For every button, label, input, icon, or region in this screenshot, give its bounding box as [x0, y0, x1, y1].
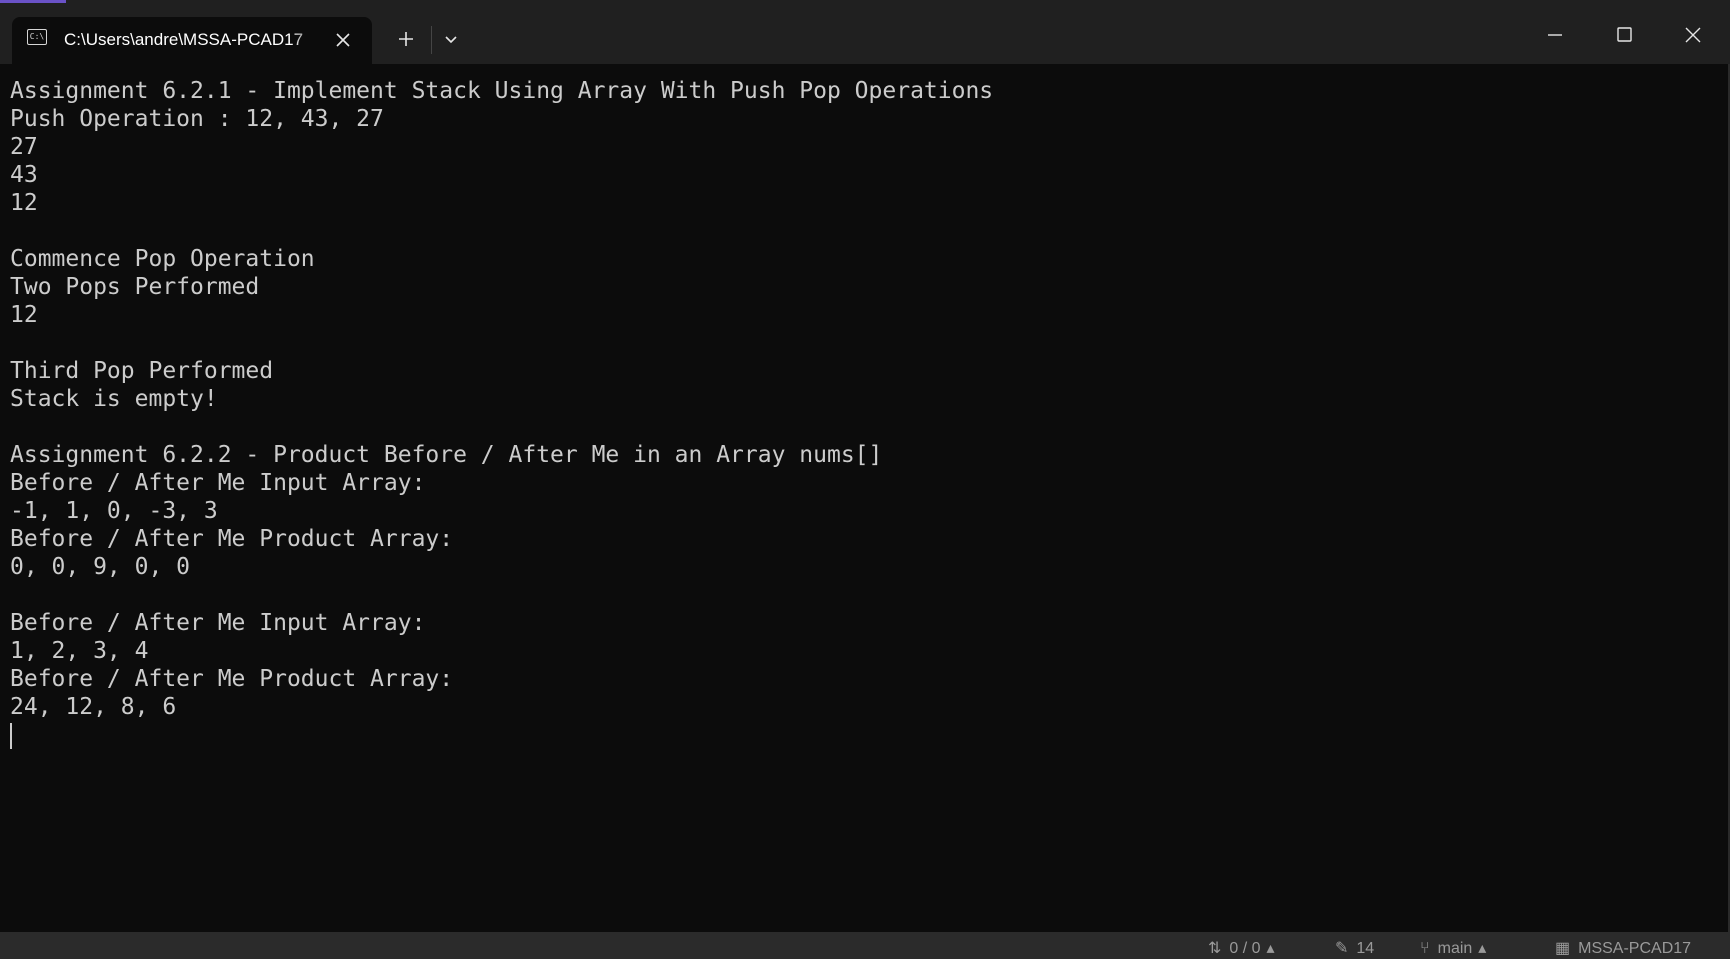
terminal-line: 1, 2, 3, 4	[10, 638, 149, 664]
terminal-line: Before / After Me Input Array:	[10, 470, 426, 496]
terminal-line: Two Pops Performed	[10, 274, 260, 300]
caret-up-icon: ▴	[1266, 940, 1275, 957]
sync-status[interactable]: ⇅ 0 / 0 ▴	[1208, 939, 1283, 959]
branch-status[interactable]: ⑂ main ▴	[1420, 939, 1494, 959]
tab-active[interactable]: C:\ C:\Users\andre\MSSA-PCAD17	[12, 17, 372, 64]
terminal-line: Before / After Me Product Array:	[10, 526, 454, 552]
terminal-line: Before / After Me Product Array:	[10, 666, 454, 692]
chevron-down-icon[interactable]	[436, 24, 466, 54]
window-close-icon[interactable]	[1670, 12, 1716, 58]
terminal-line: 12	[10, 190, 38, 216]
terminal-line: 0, 0, 9, 0, 0	[10, 554, 191, 580]
title-bar: C:\ C:\Users\andre\MSSA-PCAD17	[0, 0, 1730, 64]
repo-name: MSSA-PCAD17	[1578, 940, 1692, 957]
tab-separator	[431, 26, 432, 54]
terminal-line: Push Operation : 12, 43, 27	[10, 106, 384, 132]
maximize-icon[interactable]	[1601, 12, 1647, 58]
terminal-line: Assignment 6.2.1 - Implement Stack Using…	[10, 78, 994, 104]
tab-title-fade	[292, 27, 322, 53]
prompt-line[interactable]	[0, 721, 1730, 749]
terminal-line: 27	[10, 134, 38, 160]
sync-count: 0 / 0	[1229, 940, 1261, 957]
terminal-line: Third Pop Performed	[10, 358, 274, 384]
terminal-line: 12	[10, 302, 38, 328]
repo-status[interactable]: ▦ MSSA-PCAD17	[1555, 939, 1691, 959]
terminal-line: 43	[10, 162, 38, 188]
plus-icon[interactable]	[390, 24, 422, 54]
command-prompt-icon: C:\	[27, 29, 47, 45]
text-cursor	[10, 722, 12, 749]
terminal-line: Commence Pop Operation	[10, 246, 315, 272]
terminal-window: C:\ C:\Users\andre\MSSA-PCAD17 Assignmen…	[0, 0, 1730, 932]
repo-icon: ▦	[1555, 940, 1571, 957]
terminal-output[interactable]: Assignment 6.2.1 - Implement Stack Using…	[0, 77, 1730, 927]
terminal-line: 24, 12, 8, 6	[10, 694, 177, 720]
git-branch-icon: ⑂	[1420, 940, 1430, 957]
sync-arrows-icon: ⇅	[1208, 940, 1222, 957]
terminal-line: -1, 1, 0, -3, 3	[10, 498, 218, 524]
pencil-icon: ✎	[1335, 940, 1349, 957]
caret-up-icon: ▴	[1478, 940, 1487, 957]
branch-name: main	[1437, 940, 1473, 957]
close-icon[interactable]	[330, 27, 356, 53]
terminal-line: Stack is empty!	[10, 386, 218, 412]
terminal-line: Assignment 6.2.2 - Product Before / Afte…	[10, 442, 883, 468]
edits-status[interactable]: ✎ 14	[1335, 939, 1374, 959]
edits-count: 14	[1356, 940, 1375, 957]
accent-strip	[0, 0, 66, 3]
minimize-icon[interactable]	[1532, 12, 1578, 58]
tab-title: C:\Users\andre\MSSA-PCAD17	[64, 30, 304, 49]
status-bar: ⇅ 0 / 0 ▴ ✎ 14 ⑂ main ▴ ▦ MSSA-PCAD17	[0, 932, 1730, 957]
terminal-line: Before / After Me Input Array:	[10, 610, 426, 636]
